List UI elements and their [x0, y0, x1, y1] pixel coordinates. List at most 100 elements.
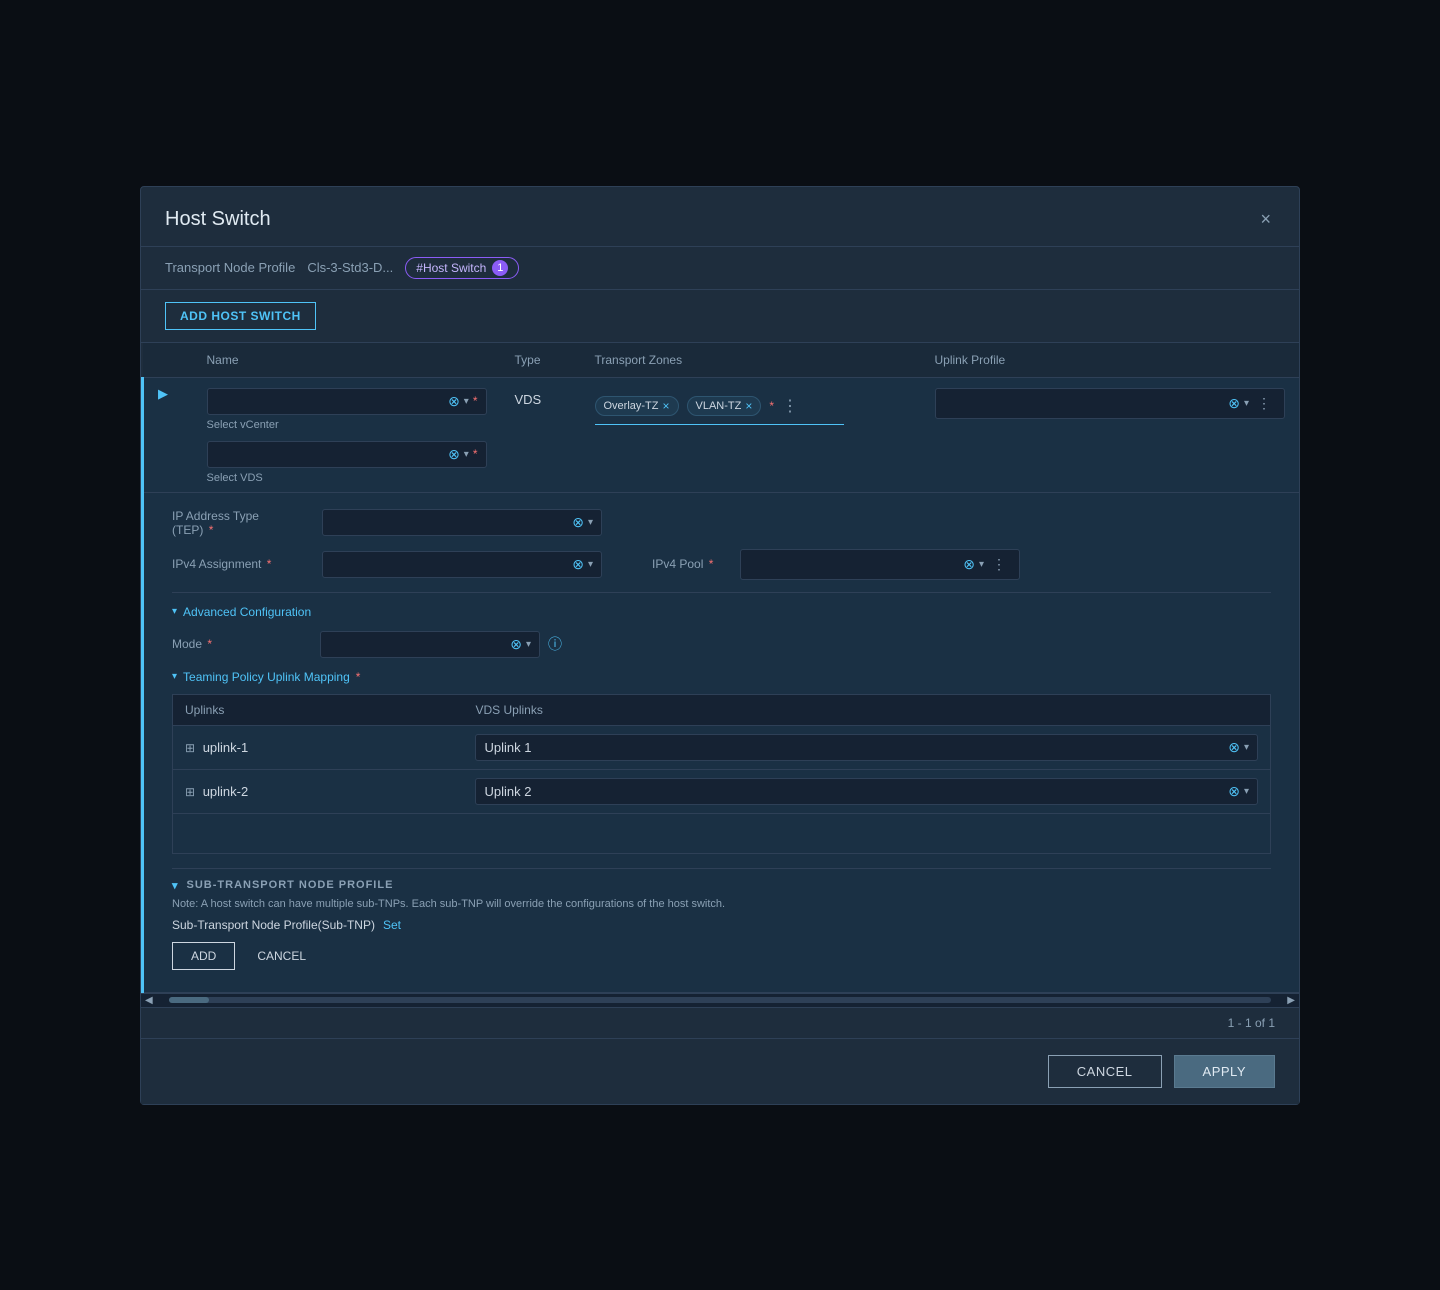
ipv4-pool-required: *: [709, 557, 714, 571]
ip-type-clear-icon[interactable]: ⊗: [572, 514, 584, 531]
teaming-policy-label: Teaming Policy Uplink Mapping: [183, 670, 350, 684]
uplinks-col-header: Uplinks: [173, 694, 464, 725]
teaming-policy-toggle[interactable]: ▾ Teaming Policy Uplink Mapping *: [172, 670, 1271, 684]
sub-transport-section: ▾ SUB-TRANSPORT NODE PROFILE Note: A hos…: [172, 868, 1271, 932]
ip-address-type-row: IP Address Type (TEP) * IPv4 ⊗ ▾: [172, 509, 1271, 537]
vds-clear-icon[interactable]: ⊗: [448, 446, 460, 463]
ip-address-type-input[interactable]: IPv4: [331, 515, 568, 530]
uplink-2-vds-input-group: ⊗ ▾: [475, 778, 1258, 805]
ipv4-assignment-label: IPv4 Assignment *: [172, 557, 312, 571]
scroll-track: [169, 997, 1272, 1003]
sub-transport-header: ▾ SUB-TRANSPORT NODE PROFILE: [172, 879, 1271, 892]
advanced-config-chevron-icon: ▾: [172, 606, 177, 617]
sub-transport-title: SUB-TRANSPORT NODE PROFILE: [187, 879, 394, 891]
uplink-table: Uplinks VDS Uplinks ⊞ uplin: [172, 694, 1271, 854]
tz-chip-vlan: VLAN-TZ ×: [687, 396, 762, 416]
sub-transport-chevron-icon[interactable]: ▾: [172, 879, 179, 892]
ipv4-assignment-input[interactable]: Use IPv4 Pool: [331, 557, 568, 572]
uplink-profile-input[interactable]: Cls-3-Std3-DB-oci-w01hp-consolid...: [944, 396, 1225, 410]
uplink-2-name-cell: ⊞ uplink-2: [173, 769, 464, 813]
uplink-profile-clear-icon[interactable]: ⊗: [1228, 395, 1240, 412]
uplink-profile-menu-icon[interactable]: ⋮: [1253, 393, 1276, 414]
uplink-row-1: ⊞ uplink-1 ⊗ ▾: [173, 725, 1271, 769]
scroll-thumb: [169, 997, 209, 1003]
mode-chevron-icon[interactable]: ▾: [526, 639, 531, 650]
tz-vlan-label: VLAN-TZ: [696, 400, 742, 412]
mode-info-icon[interactable]: ⓘ: [548, 634, 562, 654]
teaming-chevron-icon: ▾: [172, 671, 177, 682]
mode-label: Mode *: [172, 637, 312, 651]
tz-menu-icon[interactable]: ⋮: [778, 394, 803, 418]
col-header-checkbox: [143, 343, 193, 378]
vcenter-input[interactable]: vcenter: [216, 394, 445, 409]
sub-transport-profile-label: Sub-Transport Node Profile(Sub-TNP): [172, 918, 375, 932]
ipv4-pool-input[interactable]: VTEP-IP-Pool-1886: [749, 557, 959, 572]
uplink-2-vds-clear-icon[interactable]: ⊗: [1228, 783, 1240, 800]
ip-required: *: [209, 523, 214, 537]
host-switch-modal: Host Switch × Transport Node Profile Cls…: [140, 186, 1300, 1105]
ip-type-chevron-icon[interactable]: ▾: [588, 517, 593, 528]
mode-row: Mode * Standard ⊗ ▾ ⓘ: [172, 631, 1271, 658]
vds-input[interactable]: Cls-3-Std3-DB-DSwitch: [216, 447, 445, 462]
ipv4-pool-clear-icon[interactable]: ⊗: [963, 556, 975, 573]
advanced-config-toggle[interactable]: ▾ Advanced Configuration: [172, 605, 1271, 619]
sub-transport-profile-row: Sub-Transport Node Profile(Sub-TNP) Set: [172, 918, 1271, 932]
tz-vlan-clear-icon[interactable]: ×: [745, 399, 752, 413]
cancel-inner-button[interactable]: CANCEL: [247, 942, 316, 970]
tz-overlay-clear-icon[interactable]: ×: [663, 399, 670, 413]
scroll-left-arrow[interactable]: ◀: [145, 995, 153, 1006]
uplink-2-vds-cell: ⊗ ▾: [463, 769, 1270, 813]
tz-required: *: [769, 399, 774, 413]
uplink-profile-cell: Cls-3-Std3-DB-oci-w01hp-consolid... ⊗ ▾ …: [921, 377, 1300, 492]
footer-apply-button[interactable]: APPLY: [1174, 1055, 1275, 1088]
uplink-1-vds-clear-icon[interactable]: ⊗: [1228, 739, 1240, 756]
modal-footer: CANCEL APPLY: [141, 1038, 1299, 1104]
uplink-2-vds-chevron-icon[interactable]: ▾: [1244, 786, 1249, 797]
ipv4-pool-chevron-icon[interactable]: ▾: [979, 559, 984, 570]
uplink-2-label: uplink-2: [203, 784, 249, 799]
main-table: Name Type Transport Zones Uplink Profile…: [141, 343, 1299, 993]
badge-count: 1: [492, 260, 508, 276]
uplink-2-icon: ⊞: [185, 785, 195, 799]
action-buttons: ADD CANCEL: [172, 942, 1271, 970]
vcenter-input-group: vcenter ⊗ ▾ *: [207, 388, 487, 415]
transport-zones-cell: Overlay-TZ × VLAN-TZ × * ⋮: [581, 377, 921, 492]
vds-sub-label: Select VDS: [207, 472, 487, 484]
ipv4-assign-clear-icon[interactable]: ⊗: [572, 556, 584, 573]
host-switch-badge[interactable]: #Host Switch 1: [405, 257, 519, 279]
close-button[interactable]: ×: [1256, 205, 1275, 234]
table-row: ▶ vcenter ⊗ ▾ * Select vCenter: [143, 377, 1300, 492]
mode-input[interactable]: Standard: [329, 637, 506, 652]
uplink-profile-input-group: Cls-3-Std3-DB-oci-w01hp-consolid... ⊗ ▾ …: [935, 388, 1286, 419]
vds-input-group: Cls-3-Std3-DB-DSwitch ⊗ ▾ *: [207, 441, 487, 468]
ipv4-pool-label: IPv4 Pool *: [652, 557, 732, 571]
pagination-text: 1 - 1 of 1: [1228, 1016, 1275, 1030]
vcenter-clear-icon[interactable]: ⊗: [448, 393, 460, 410]
horizontal-scrollbar[interactable]: ◀ ▶: [141, 993, 1299, 1007]
ipv4-pool-input-group: VTEP-IP-Pool-1886 ⊗ ▾ ⋮: [740, 549, 1020, 580]
content-panel: IP Address Type (TEP) * IPv4 ⊗ ▾: [158, 501, 1285, 984]
breadcrumb-item2: Cls-3-Std3-D...: [307, 260, 393, 275]
uplink-1-vds-input[interactable]: [484, 740, 1224, 755]
uplink-profile-chevron-icon[interactable]: ▾: [1244, 398, 1249, 409]
scroll-right-arrow[interactable]: ▶: [1287, 995, 1295, 1006]
ipv4-pool-menu-icon[interactable]: ⋮: [988, 554, 1011, 575]
vcenter-chevron-icon[interactable]: ▾: [464, 396, 469, 407]
col-header-type: Type: [501, 343, 581, 378]
ipv4-assign-chevron-icon[interactable]: ▾: [588, 559, 593, 570]
row-expand-cell[interactable]: ▶: [143, 377, 193, 492]
breadcrumb: Transport Node Profile Cls-3-Std3-D... #…: [141, 247, 1299, 290]
mode-clear-icon[interactable]: ⊗: [510, 636, 522, 653]
add-host-switch-button[interactable]: ADD HOST SWITCH: [165, 302, 316, 330]
tz-chip-overlay: Overlay-TZ ×: [595, 396, 679, 416]
name-cell: vcenter ⊗ ▾ * Select vCenter Cls-3-Std3-…: [193, 377, 501, 492]
footer-cancel-button[interactable]: CANCEL: [1048, 1055, 1162, 1088]
sub-transport-set-link[interactable]: Set: [383, 918, 401, 932]
ip-address-type-label: IP Address Type (TEP) *: [172, 509, 312, 537]
uplink-2-vds-input[interactable]: [484, 784, 1224, 799]
uplink-1-vds-chevron-icon[interactable]: ▾: [1244, 742, 1249, 753]
mode-input-group: Standard ⊗ ▾: [320, 631, 540, 658]
uplink-1-label: uplink-1: [203, 740, 249, 755]
add-button[interactable]: ADD: [172, 942, 235, 970]
vds-chevron-icon[interactable]: ▾: [464, 449, 469, 460]
